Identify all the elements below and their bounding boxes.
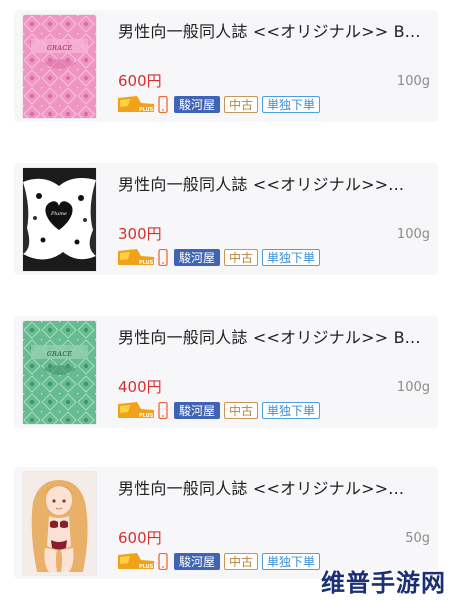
item-price: 600円: [118, 529, 162, 547]
svg-text:PLUS: PLUS: [139, 564, 154, 570]
phone-icon: [158, 401, 168, 419]
item-title[interactable]: 男性向一般同人誌 <<オリジナル>> B...: [118, 18, 436, 42]
item-title[interactable]: 男性向一般同人誌 <<オリジナル>>...: [118, 475, 436, 499]
tag-row: PLUS 駿河屋 中古 単独下単: [117, 95, 321, 113]
order-tag: 単独下単: [262, 401, 321, 419]
phone-icon: [158, 248, 168, 266]
shop-tag: 駿河屋: [174, 95, 221, 113]
cover-thumbnail[interactable]: Plume: [23, 168, 96, 271]
phone-icon: [158, 95, 168, 113]
plus-badge-icon: PLUS: [117, 401, 155, 419]
svg-text:PLUS: PLUS: [139, 260, 154, 266]
tag-row: PLUS 駿河屋 中古 単独下単: [117, 552, 321, 570]
pink-damask-cover-image: ɢʀᴀᴄᴇ: [23, 15, 96, 118]
list-item[interactable]: ɢʀᴀᴄᴇ 男性向一般同人誌 <<オリジナル>> B... 600円 100g …: [14, 10, 438, 122]
item-price: 600円: [118, 72, 162, 90]
tag-row: PLUS 駿河屋 中古 単独下単: [117, 401, 321, 419]
watermark-text: 维普手游网: [321, 569, 446, 597]
cover-thumbnail[interactable]: [23, 472, 96, 575]
svg-text:ɢʀᴀᴄᴇ: ɢʀᴀᴄᴇ: [47, 349, 73, 359]
condition-tag: 中古: [224, 95, 259, 113]
green-damask-cover-image: ɢʀᴀᴄᴇ: [23, 321, 96, 424]
plus-badge-icon: PLUS: [117, 248, 155, 266]
order-tag: 単独下単: [262, 95, 321, 113]
order-tag: 単独下単: [262, 552, 321, 570]
anime-girl-cover-image: [23, 472, 96, 575]
list-item[interactable]: Plume 男性向一般同人誌 <<オリジナル>>... 300円 100g PL…: [14, 163, 438, 275]
black-white-lace-cover-image: Plume: [23, 168, 96, 271]
list-item[interactable]: ɢʀᴀᴄᴇ 男性向一般同人誌 <<オリジナル>> B... 400円 100g …: [14, 316, 438, 428]
shop-tag: 駿河屋: [174, 248, 221, 266]
condition-tag: 中古: [224, 552, 259, 570]
svg-text:PLUS: PLUS: [139, 107, 154, 113]
svg-text:ɢʀᴀᴄᴇ: ɢʀᴀᴄᴇ: [47, 43, 73, 53]
condition-tag: 中古: [224, 401, 259, 419]
shop-tag: 駿河屋: [174, 552, 221, 570]
svg-text:Plume: Plume: [50, 211, 67, 217]
item-weight: 100g: [396, 74, 430, 89]
item-weight: 100g: [396, 227, 430, 242]
svg-text:PLUS: PLUS: [139, 413, 154, 419]
item-price: 400円: [118, 378, 162, 396]
item-weight: 50g: [405, 531, 430, 546]
item-price: 300円: [118, 225, 162, 243]
tag-row: PLUS 駿河屋 中古 単独下単: [117, 248, 321, 266]
item-title[interactable]: 男性向一般同人誌 <<オリジナル>> B...: [118, 324, 436, 348]
order-tag: 単独下単: [262, 248, 321, 266]
plus-badge-icon: PLUS: [117, 552, 155, 570]
plus-badge-icon: PLUS: [117, 95, 155, 113]
cover-thumbnail[interactable]: ɢʀᴀᴄᴇ: [23, 15, 96, 118]
condition-tag: 中古: [224, 248, 259, 266]
phone-icon: [158, 552, 168, 570]
cover-thumbnail[interactable]: ɢʀᴀᴄᴇ: [23, 321, 96, 424]
item-weight: 100g: [396, 380, 430, 395]
item-title[interactable]: 男性向一般同人誌 <<オリジナル>>...: [118, 171, 436, 195]
shop-tag: 駿河屋: [174, 401, 221, 419]
